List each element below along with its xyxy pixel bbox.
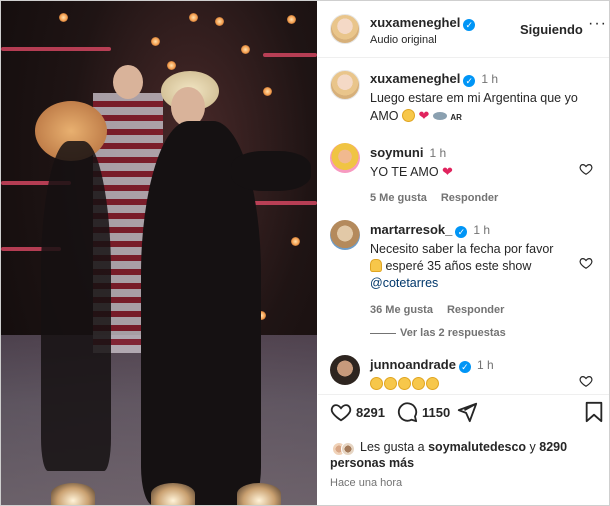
stage-bulb [263, 87, 272, 96]
stage-bulb [167, 61, 176, 70]
comment-likes[interactable]: 5 Me gusta [370, 192, 427, 204]
stage-bulb [215, 17, 224, 26]
reply-button[interactable]: Responder [447, 304, 504, 316]
post-video[interactable] [1, 1, 317, 505]
post-timestamp[interactable]: Hace una hora [330, 477, 402, 489]
stage-bulb [151, 37, 160, 46]
stage-lamp [51, 483, 95, 505]
reply-button[interactable]: Responder [441, 192, 498, 204]
red-heart-emoji-icon: ❤ [442, 164, 453, 179]
comment: junnoandrade ✓ 1 h [370, 357, 580, 393]
comment-line: esperé 35 años este show [370, 258, 580, 275]
comments-count[interactable]: 1150 [422, 405, 450, 420]
verified-badge-icon: ✓ [458, 361, 471, 373]
verified-badge-icon: ✓ [455, 226, 468, 238]
comment-heart-icon[interactable] [579, 162, 593, 176]
comment-text: Necesito saber la fecha por favor esperé… [370, 241, 580, 292]
comment-text-content: YO TE AMO [370, 165, 439, 179]
comment-avatar[interactable] [330, 143, 360, 173]
caption-avatar[interactable] [330, 70, 360, 100]
dancer-face [113, 65, 143, 99]
stage-lamp [237, 483, 281, 505]
verified-badge-icon: ✓ [463, 75, 476, 87]
liked-by-prefix: Les gusta a [360, 440, 429, 454]
actions-divider [318, 394, 609, 395]
caption-time: 1 h [481, 72, 499, 86]
comment: soymuni 1 h YO TE AMO ❤ 5 Me gusta Respond… [370, 145, 570, 204]
comment-avatar[interactable] [330, 355, 360, 385]
author-info: xuxameneghel ✓ Audio original [370, 15, 476, 46]
comment-meta: 36 Me gusta Responder [370, 304, 580, 316]
caption-line: Luego estare em mi Argentina que yo [370, 91, 578, 105]
stage-bulb [241, 45, 250, 54]
view-replies-button[interactable]: Ver las 2 respuestas [400, 327, 506, 339]
flag-ar-icon: AR [450, 113, 462, 122]
heart-eyes-emoji-icon [401, 109, 415, 122]
comment-line: Necesito saber la fecha por favor [370, 242, 554, 256]
stage-light-bar [263, 53, 317, 57]
paper-plane-icon[interactable] [456, 401, 478, 423]
caption-username[interactable]: xuxameneghel [370, 71, 460, 86]
likes-count[interactable]: 8291 [356, 405, 385, 420]
dancer-figure [41, 141, 111, 471]
view-replies-line [370, 333, 396, 334]
comment-text [370, 376, 580, 393]
comment-text: YO TE AMO ❤ [370, 163, 570, 181]
comment-likes[interactable]: 36 Me gusta [370, 304, 433, 316]
clapping-emoji-icon [370, 377, 383, 390]
mention-link[interactable]: @cotetarres [370, 275, 580, 292]
caption-text: Luego estare em mi Argentina que yo AMO … [370, 90, 602, 126]
audio-label[interactable]: Audio original [370, 34, 475, 46]
author-avatar[interactable] [330, 14, 360, 44]
caption-line: AMO ❤ AR [370, 107, 602, 126]
more-icon[interactable]: ··· [588, 15, 607, 33]
comment-username[interactable]: soymuni [370, 145, 423, 160]
clapping-emoji-icon [384, 377, 397, 390]
heart-icon[interactable] [330, 401, 352, 423]
comment-time: 1 h [473, 223, 491, 237]
liked-by-user[interactable]: soymalutedesco [428, 440, 526, 454]
comment-icon[interactable] [396, 401, 418, 423]
comment-line-text: esperé 35 años este show [385, 259, 532, 273]
praying-hands-emoji-icon [370, 259, 382, 272]
stage-light-bar [251, 201, 317, 205]
comment-avatar[interactable] [330, 220, 360, 250]
stage-light-bar [1, 47, 111, 51]
comment-meta: 5 Me gusta Responder [370, 192, 570, 204]
clapping-emoji-icon [398, 377, 411, 390]
clapping-emoji-icon [426, 377, 439, 390]
liked-by-text: Les gusta a soymalutedesco y 8290 [360, 439, 600, 456]
liked-by-others[interactable]: 8290 [539, 440, 567, 454]
liked-by-joiner: y [526, 440, 540, 454]
stage-bulb [189, 13, 198, 22]
verified-badge-icon: ✓ [463, 19, 476, 31]
flying-saucer-emoji-icon [432, 112, 447, 120]
singer-arm [231, 151, 311, 191]
stage-lamp [151, 483, 195, 505]
caption: xuxameneghel ✓ 1 h Luego estare em mi Arge… [370, 71, 602, 126]
caption-line-text: AMO [370, 109, 399, 123]
comment: martarresok_ ✓ 1 h Necesito saber la fecha… [370, 222, 580, 316]
clapping-emoji-icon [412, 377, 425, 390]
comment-time: 1 h [429, 146, 447, 160]
author-username[interactable]: xuxameneghel [370, 15, 460, 30]
comment-username[interactable]: martarresok_ [370, 222, 452, 237]
stage-bulb [59, 13, 68, 22]
comment-username[interactable]: junnoandrade [370, 357, 456, 372]
liker-avatar[interactable] [341, 442, 355, 456]
following-button[interactable]: Siguiendo [520, 22, 583, 37]
stage-bulb [287, 15, 296, 24]
comment-heart-icon[interactable] [579, 256, 593, 270]
bookmark-icon[interactable] [584, 401, 604, 423]
comment-time: 1 h [476, 358, 494, 372]
header-divider [318, 57, 609, 58]
red-heart-emoji-icon: ❤ [418, 108, 430, 123]
stage-bulb [291, 237, 300, 246]
liked-by-others-label[interactable]: personas más [330, 455, 414, 472]
comment-heart-icon[interactable] [579, 374, 593, 388]
post-side-panel: xuxameneghel ✓ Audio original Siguiendo ·… [318, 1, 609, 505]
